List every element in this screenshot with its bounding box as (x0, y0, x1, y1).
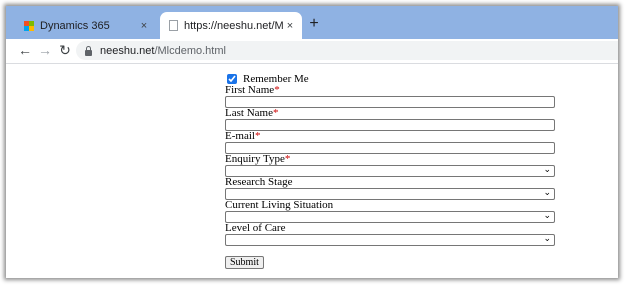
research-stage-label: Research Stage (225, 176, 293, 188)
forward-button[interactable]: → (36, 41, 54, 59)
level-of-care-label: Level of Care (225, 222, 286, 234)
tab-title: https://neeshu.net/Mlcdemo.html (184, 19, 284, 32)
enquiry-type-label-text: Enquiry Type (225, 153, 285, 165)
chevron-down-icon: ⌄ (543, 165, 551, 175)
research-stage-select[interactable]: ⌄ (225, 188, 555, 200)
level-of-care-select[interactable]: ⌄ (225, 234, 555, 246)
chevron-down-icon: ⌄ (543, 188, 551, 198)
chevron-down-icon: ⌄ (543, 234, 551, 244)
tab-dynamics-365[interactable]: Dynamics 365 × (16, 12, 156, 39)
email-label-text: E-mail (225, 130, 255, 142)
microsoft-logo-icon (24, 20, 34, 31)
current-living-situation-select[interactable]: ⌄ (225, 211, 555, 223)
reload-button[interactable]: ↻ (56, 41, 74, 59)
url-host: neeshu.net (100, 44, 155, 57)
lock-icon (85, 45, 92, 56)
browser-toolbar: ← → ↻ neeshu.net/Mlcdemo.html (6, 39, 618, 64)
enquiry-type-select[interactable]: ⌄ (225, 165, 555, 177)
submit-button[interactable]: Submit (225, 256, 264, 269)
url-path: /Mlcdemo.html (154, 44, 226, 57)
required-marker: * (254, 130, 261, 142)
first-name-label: First Name* (225, 85, 557, 96)
last-name-field[interactable] (225, 119, 555, 131)
chevron-down-icon: ⌄ (543, 211, 551, 221)
tab-title: Dynamics 365 (40, 19, 110, 32)
enquiry-form: Remember Me First Name* Last Name* E-mai… (225, 72, 557, 270)
remember-me-label: Remember Me (243, 72, 309, 85)
page-content: Remember Me First Name* Last Name* E-mai… (6, 64, 618, 278)
browser-window: Dynamics 365 × https://neeshu.net/Mlcdem… (6, 6, 618, 278)
last-name-label-text: Last Name (225, 107, 273, 119)
tab-mlcdemo[interactable]: https://neeshu.net/Mlcdemo.html × (160, 12, 302, 39)
tab-strip: Dynamics 365 × https://neeshu.net/Mlcdem… (6, 6, 618, 39)
remember-me-checkbox[interactable] (227, 73, 237, 84)
back-button[interactable]: ← (16, 41, 34, 59)
required-marker: * (284, 153, 291, 165)
new-tab-button[interactable]: + (306, 16, 322, 32)
address-bar[interactable]: neeshu.net/Mlcdemo.html (76, 41, 618, 60)
close-tab-icon[interactable]: × (138, 20, 150, 32)
url-text: neeshu.net/Mlcdemo.html (100, 45, 226, 57)
required-marker: * (274, 84, 280, 96)
enquiry-type-label: Enquiry Type* (225, 154, 557, 165)
close-tab-icon[interactable]: × (284, 20, 296, 32)
first-name-label-text: First Name (225, 84, 275, 96)
email-label: E-mail* (225, 131, 557, 142)
last-name-label: Last Name* (225, 108, 557, 119)
current-living-situation-label: Current Living Situation (225, 199, 334, 211)
page-icon (169, 20, 178, 31)
required-marker: * (272, 107, 279, 119)
